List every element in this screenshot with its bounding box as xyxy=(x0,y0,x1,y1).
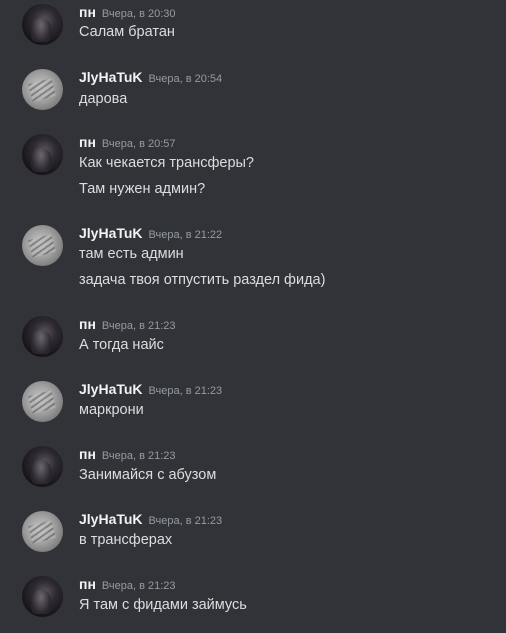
user-avatar[interactable] xyxy=(22,576,63,617)
message-header: пн Вчера, в 20:57 xyxy=(79,134,176,152)
message-header: пн Вчера, в 20:30 xyxy=(79,4,176,22)
user-avatar[interactable] xyxy=(22,511,63,552)
author-name[interactable]: JlyHaTuK xyxy=(79,381,143,397)
message-text: дарова xyxy=(79,91,128,107)
user-avatar[interactable] xyxy=(22,69,63,110)
message-text: задача твоя отпустить раздел фида) xyxy=(79,272,326,288)
message-header: пн Вчера, в 21:23 xyxy=(79,316,176,334)
author-name[interactable]: JlyHaTuK xyxy=(79,69,143,85)
message-timestamp: Вчера, в 21:22 xyxy=(148,229,223,241)
message-text: там есть админ xyxy=(79,246,184,262)
author-name[interactable]: пн xyxy=(79,446,96,462)
message-header: пн Вчера, в 21:23 xyxy=(79,576,176,594)
message-timestamp: Вчера, в 20:54 xyxy=(148,73,223,85)
message-timestamp: Вчера, в 21:23 xyxy=(101,320,176,332)
user-avatar[interactable] xyxy=(22,316,63,357)
message-header: JlyHaTuK Вчера, в 21:23 xyxy=(79,381,222,399)
author-name[interactable]: JlyHaTuK xyxy=(79,225,143,241)
author-name[interactable]: пн xyxy=(79,4,96,20)
user-avatar[interactable] xyxy=(22,134,63,175)
message-timestamp: Вчера, в 21:23 xyxy=(148,515,223,527)
message-timestamp: Вчера, в 21:23 xyxy=(101,450,176,462)
message-text: в трансферах xyxy=(79,532,173,548)
message-text: Занимайся с абузом xyxy=(79,467,217,483)
message-text: Я там с фидами займусь xyxy=(79,597,247,613)
message-timestamp: Вчера, в 20:30 xyxy=(101,8,176,20)
author-name[interactable]: JlyHaTuK xyxy=(79,511,143,527)
message-text: Салам братан xyxy=(79,24,175,40)
author-name[interactable]: пн xyxy=(79,134,96,150)
message-header: JlyHaTuK Вчера, в 20:54 xyxy=(79,69,222,87)
user-avatar[interactable] xyxy=(22,225,63,266)
message-text: А тогда найс xyxy=(79,337,164,353)
user-avatar[interactable] xyxy=(22,381,63,422)
message-timestamp: Вчера, в 21:23 xyxy=(101,580,176,592)
user-avatar[interactable] xyxy=(22,4,63,45)
message-text: маркрони xyxy=(79,402,144,418)
author-name[interactable]: пн xyxy=(79,316,96,332)
message-header: JlyHaTuK Вчера, в 21:22 xyxy=(79,225,222,243)
message-header: пн Вчера, в 21:23 xyxy=(79,446,176,464)
message-timestamp: Вчера, в 21:23 xyxy=(148,385,223,397)
user-avatar[interactable] xyxy=(22,446,63,487)
author-name[interactable]: пн xyxy=(79,576,96,592)
message-timestamp: Вчера, в 20:57 xyxy=(101,138,176,150)
message-text: Там нужен админ? xyxy=(79,181,206,197)
message-text: Как чекается трансферы? xyxy=(79,155,254,171)
chat-message-list: { "messages": [ {"author": "пн", "time":… xyxy=(0,0,506,633)
message-header: JlyHaTuK Вчера, в 21:23 xyxy=(79,511,222,529)
